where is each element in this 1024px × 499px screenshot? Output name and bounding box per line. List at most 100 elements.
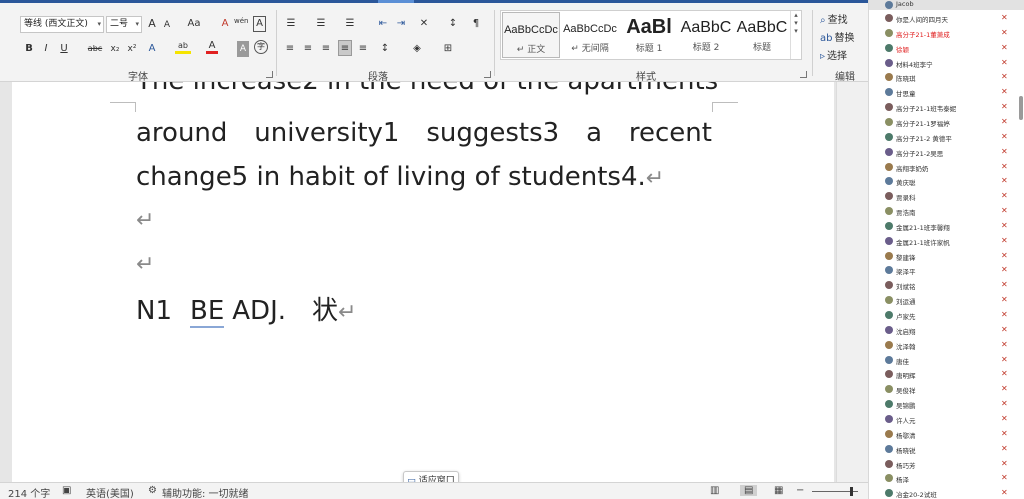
participant-row[interactable]: 杨鄂清 ✕ — [869, 427, 1024, 442]
mic-muted-icon[interactable]: ✕ — [1001, 13, 1008, 22]
participant-row[interactable]: 材料4班李宁 ✕ — [869, 56, 1024, 71]
mic-muted-icon[interactable]: ✕ — [1001, 206, 1008, 215]
select-button[interactable]: ▹ 选择 — [820, 47, 847, 62]
mic-muted-icon[interactable]: ✕ — [1001, 176, 1008, 185]
phonetic-guide-button[interactable]: wén — [234, 13, 248, 29]
participant-row[interactable]: 许人元 ✕ — [869, 412, 1024, 427]
replace-button[interactable]: ab 替换 — [820, 29, 854, 44]
participant-row[interactable]: 高分子21-1董萧成 ✕ — [869, 26, 1024, 41]
style-heading-2[interactable]: AaBbC 标题 2 — [677, 12, 735, 58]
italic-button[interactable]: I — [41, 41, 51, 57]
accessibility-icon[interactable]: ⚙ — [148, 485, 157, 496]
mic-muted-icon[interactable]: ✕ — [1001, 295, 1008, 304]
mic-muted-icon[interactable]: ✕ — [1001, 473, 1008, 482]
read-mode-icon[interactable]: ▥ — [710, 485, 719, 496]
clear-format-button[interactable]: A — [218, 16, 232, 32]
participant-row[interactable]: 唐明辉 ✕ — [869, 367, 1024, 382]
borders-icon[interactable]: ⊞ — [441, 41, 455, 57]
accessibility-status[interactable]: 辅助功能: 一切就绪 — [162, 485, 249, 499]
align-left-icon[interactable]: ≡ — [284, 41, 296, 57]
mic-muted-icon[interactable]: ✕ — [1001, 87, 1008, 96]
participant-row[interactable]: 刘斌铭 ✕ — [869, 278, 1024, 293]
mic-muted-icon[interactable]: ✕ — [1001, 325, 1008, 334]
mic-muted-icon[interactable]: ✕ — [1001, 221, 1008, 230]
participant-row[interactable]: 高分子21-2 黄德平 ✕ — [869, 130, 1024, 145]
text-effects-button[interactable]: A — [146, 41, 158, 57]
mic-muted-icon[interactable]: ✕ — [1001, 399, 1008, 408]
print-layout-icon[interactable]: ▤ — [740, 485, 758, 496]
language-status[interactable]: 英语(美国) — [86, 485, 134, 499]
find-button[interactable]: ⌕ 查找 — [820, 11, 848, 26]
proofing-icon[interactable]: ▣ — [62, 485, 71, 496]
vertical-scrollbar[interactable] — [836, 82, 868, 482]
char-shading-button[interactable]: A — [237, 41, 249, 57]
participant-row[interactable]: 你是人间的四月天 ✕ — [869, 11, 1024, 26]
participant-row[interactable]: 杨泽 ✕ — [869, 471, 1024, 486]
participant-row[interactable]: 高翔李奶奶 ✕ — [869, 160, 1024, 175]
mic-muted-icon[interactable]: ✕ — [1001, 444, 1008, 453]
participant-row[interactable]: 吴锦鹏 ✕ — [869, 397, 1024, 412]
mic-muted-icon[interactable]: ✕ — [1001, 280, 1008, 289]
participant-row[interactable]: 吴俊祥 ✕ — [869, 382, 1024, 397]
mic-muted-icon[interactable]: ✕ — [1001, 265, 1008, 274]
align-right-icon[interactable]: ≡ — [320, 41, 332, 57]
participant-row[interactable]: 贾浩南 ✕ — [869, 204, 1024, 219]
sort-icon[interactable]: ↕ — [447, 16, 459, 32]
participant-row[interactable]: 徐颖 ✕ — [869, 41, 1024, 56]
mic-muted-icon[interactable]: ✕ — [1001, 28, 1008, 37]
shading-icon[interactable]: ◈ — [410, 41, 424, 57]
participant-row[interactable]: 杨巧芳 ✕ — [869, 457, 1024, 472]
zoom-out-icon[interactable]: − — [796, 485, 804, 496]
bullets-icon[interactable]: ☰ — [284, 16, 298, 32]
mic-muted-icon[interactable]: ✕ — [1001, 384, 1008, 393]
mic-muted-icon[interactable]: ✕ — [1001, 191, 1008, 200]
grow-font-button[interactable]: A — [146, 16, 158, 32]
participant-row[interactable]: 冶金20-2试班 ✕ — [869, 486, 1024, 499]
mic-muted-icon[interactable]: ✕ — [1001, 43, 1008, 52]
char-border-button[interactable]: A — [253, 16, 266, 32]
mic-muted-icon[interactable]: ✕ — [1001, 58, 1008, 67]
participant-row[interactable]: 刘运通 ✕ — [869, 293, 1024, 308]
participant-row[interactable]: 高分子21-1罗福婷 ✕ — [869, 115, 1024, 130]
chinese-layout-icon[interactable]: ✕ — [416, 16, 432, 32]
line-spacing-icon[interactable]: ↕ — [378, 41, 392, 57]
mic-muted-icon[interactable]: ✕ — [1001, 236, 1008, 245]
strikethrough-button[interactable]: abc — [86, 41, 104, 57]
participant-row[interactable]: 贾录科 ✕ — [869, 189, 1024, 204]
participant-row[interactable]: 金属21-1班李馨翔 ✕ — [869, 219, 1024, 234]
mic-muted-icon[interactable]: ✕ — [1001, 414, 1008, 423]
highlight-button[interactable]: ab — [175, 40, 191, 54]
style-title[interactable]: AaBbC 标题 — [733, 12, 791, 58]
mic-muted-icon[interactable]: ✕ — [1001, 72, 1008, 81]
styles-launcher-icon[interactable] — [800, 71, 807, 78]
participant-row[interactable]: 卢家先 ✕ — [869, 308, 1024, 323]
mic-muted-icon[interactable]: ✕ — [1001, 310, 1008, 319]
word-count[interactable]: 214 个字 — [8, 485, 50, 499]
paragraph-launcher-icon[interactable] — [484, 71, 491, 78]
participant-row[interactable]: 杨晓锐 ✕ — [869, 442, 1024, 457]
zoom-slider-thumb[interactable] — [850, 487, 853, 496]
mic-muted-icon[interactable]: ✕ — [1001, 340, 1008, 349]
web-layout-icon[interactable]: ▦ — [774, 485, 783, 496]
style-heading-1[interactable]: AaBl 标题 1 — [620, 12, 678, 58]
mic-muted-icon[interactable]: ✕ — [1001, 102, 1008, 111]
font-launcher-icon[interactable] — [266, 71, 273, 78]
participant-row[interactable]: 黄庆聪 ✕ — [869, 174, 1024, 189]
underline-button[interactable]: U — [58, 41, 70, 57]
mic-muted-icon[interactable]: ✕ — [1001, 251, 1008, 260]
style-normal[interactable]: AaBbCcDc ↵ 正文 — [502, 12, 560, 58]
enclose-char-button[interactable]: 字 — [254, 40, 268, 54]
styles-scroll[interactable]: ▴ ▾ ▾ — [790, 11, 801, 59]
participant-row[interactable]: 沈启翔 ✕ — [869, 323, 1024, 338]
mic-muted-icon[interactable]: ✕ — [1001, 162, 1008, 171]
participant-row[interactable]: 梁泽平 ✕ — [869, 263, 1024, 278]
mic-muted-icon[interactable]: ✕ — [1001, 355, 1008, 364]
mic-muted-icon[interactable]: ✕ — [1001, 132, 1008, 141]
participant-row[interactable]: 高分子21-2吴思 ✕ — [869, 145, 1024, 160]
font-name-combo[interactable]: 等线 (西文正文) ▾ — [20, 16, 104, 33]
participant-row[interactable]: 高分子21-1班韦泰妮 ✕ — [869, 100, 1024, 115]
mic-muted-icon[interactable]: ✕ — [1001, 117, 1008, 126]
participant-row[interactable]: 金属21-1班许家帆 ✕ — [869, 234, 1024, 249]
participant-row[interactable]: 陈晓琪 ✕ — [869, 70, 1024, 85]
align-center-icon[interactable]: ≡ — [302, 41, 314, 57]
